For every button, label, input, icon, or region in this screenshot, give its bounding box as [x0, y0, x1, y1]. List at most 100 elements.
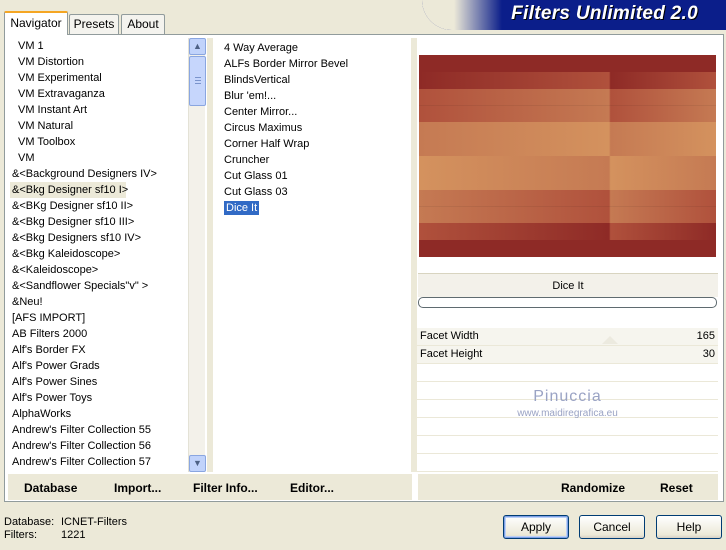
category-item[interactable]: VM Distortion [10, 54, 188, 70]
category-item[interactable]: AlphaWorks [10, 406, 188, 422]
scroll-down-icon[interactable]: ▼ [189, 455, 206, 472]
help-button[interactable]: Help [656, 515, 722, 539]
category-item[interactable]: Alf's Power Grads [10, 358, 188, 374]
preview-filter-name: Dice It [418, 273, 718, 297]
filter-item-label: Cut Glass 03 [224, 186, 288, 198]
preview-band [419, 156, 716, 174]
watermark-name: Pinuccia [533, 388, 602, 405]
preview-band [419, 88, 716, 107]
preview-band [419, 139, 716, 157]
category-item[interactable]: Alf's Power Sines [10, 374, 188, 390]
param-row-empty [417, 418, 718, 436]
tab-presets[interactable]: Presets [69, 14, 119, 34]
category-item[interactable]: VM Instant Art [10, 102, 188, 118]
category-item[interactable]: [AFS IMPORT] [10, 310, 188, 326]
category-item[interactable]: &<Bkg Designer sf10 III> [10, 214, 188, 230]
category-item[interactable]: VM Toolbox [10, 134, 188, 150]
category-item[interactable]: Alf's Border FX [10, 342, 188, 358]
category-item[interactable]: &Neu! [10, 294, 188, 310]
tab-about[interactable]: About [121, 14, 165, 34]
randomize-button[interactable]: Randomize [561, 481, 625, 495]
column-separator [207, 38, 213, 472]
filter-item[interactable]: Center Mirror... [222, 104, 408, 120]
category-item[interactable]: &<Sandflower Specials"v" > [10, 278, 188, 294]
database-button[interactable]: Database [24, 481, 77, 495]
reset-button[interactable]: Reset [660, 481, 693, 495]
category-scrollbar[interactable]: ▲ ▼ [188, 38, 206, 472]
filter-item-label: Corner Half Wrap [224, 138, 310, 150]
category-item[interactable]: &<Bkg Kaleidoscope> [10, 246, 188, 262]
category-item[interactable]: &<Bkg Designers sf10 IV> [10, 230, 188, 246]
category-list[interactable]: VM 1 VM Distortion VM Experimental VM Extra… [10, 38, 188, 472]
param-value: 165 [696, 330, 715, 342]
brand-banner: Filters Unlimited 2.0 [422, 0, 726, 30]
category-item[interactable]: Andrew's Filter Collection 57 [10, 454, 188, 470]
progress-bar [418, 297, 717, 308]
category-item[interactable]: VM Natural [10, 118, 188, 134]
filter-item[interactable]: BlindsVertical [222, 72, 408, 88]
category-item[interactable]: VM Extravaganza [10, 86, 188, 102]
param-label: Facet Height [420, 348, 483, 360]
filter-info-button[interactable]: Filter Info... [193, 481, 258, 495]
filters-count-label: Filters: [4, 529, 37, 541]
preview-band [419, 206, 716, 225]
editor-button[interactable]: Editor... [290, 481, 334, 495]
filter-item[interactable]: Dice It [222, 200, 408, 216]
preview-band [419, 105, 716, 124]
brand-title: Filters Unlimited 2.0 [511, 3, 698, 24]
filter-item-label: Circus Maximus [224, 122, 303, 134]
preview-band [419, 71, 716, 90]
preview-band [419, 122, 716, 141]
filter-item[interactable]: Cruncher [222, 152, 408, 168]
param-row[interactable]: Facet Height 30 [417, 346, 718, 364]
filter-item-label: BlindsVertical [224, 74, 291, 86]
cancel-button[interactable]: Cancel [579, 515, 645, 539]
category-item[interactable]: Alf's Power Toys [10, 390, 188, 406]
preview-band [419, 172, 716, 191]
filter-item-label: ALFs Border Mirror Bevel [224, 58, 349, 70]
preview-band [419, 240, 716, 257]
category-item[interactable]: &<Background Designers IV> [10, 166, 188, 182]
filter-item[interactable]: Cut Glass 03 [222, 184, 408, 200]
database-value: ICNET-Filters [61, 516, 127, 528]
tab-navigator[interactable]: Navigator [4, 11, 68, 35]
filter-item[interactable]: Blur 'em!... [222, 88, 408, 104]
category-item[interactable]: AB Filters 2000 [10, 326, 188, 342]
filter-list[interactable]: 4 Way Average ALFs Border Mirror Bevel Bli… [222, 40, 408, 216]
filter-item-label: Blur 'em!... [224, 90, 277, 102]
filter-item[interactable]: ALFs Border Mirror Bevel [222, 56, 408, 72]
param-row[interactable]: Facet Width 165 [417, 328, 718, 346]
category-item[interactable]: Andrew's Filter Collection 56 [10, 438, 188, 454]
category-item[interactable]: &<BKg Designer sf10 II> [10, 198, 188, 214]
category-item[interactable]: VM 1 [10, 38, 188, 54]
param-label: Facet Width [420, 330, 479, 342]
filters-count-value: 1221 [61, 529, 86, 541]
category-item[interactable]: VM Experimental [10, 70, 188, 86]
filter-item[interactable]: 4 Way Average [222, 40, 408, 56]
scroll-up-icon[interactable]: ▲ [189, 38, 206, 55]
filter-item[interactable]: Corner Half Wrap [222, 136, 408, 152]
database-label: Database: [4, 516, 55, 528]
param-row-empty [417, 364, 718, 382]
filter-item[interactable]: Circus Maximus [222, 120, 408, 136]
slider-marker-icon [602, 336, 618, 344]
param-row-empty [417, 454, 718, 472]
category-item[interactable]: Andrew's Filter Collection 55 [10, 422, 188, 438]
filter-item-label: Dice It [224, 201, 260, 215]
watermark-url: www.maidiregrafica.eu [517, 408, 618, 419]
filter-item-label: 4 Way Average [224, 42, 298, 54]
apply-button[interactable]: Apply [503, 515, 569, 539]
import-button[interactable]: Import... [114, 481, 161, 495]
filter-preview [419, 55, 716, 257]
preview-band [419, 189, 716, 208]
filter-item[interactable]: Cut Glass 01 [222, 168, 408, 184]
category-item[interactable]: &<Bkg Designer sf10 I> [10, 182, 128, 198]
filter-item-label: Cut Glass 01 [224, 170, 288, 182]
preview-band [419, 223, 716, 242]
preview-band [419, 55, 716, 73]
filter-item-label: Cruncher [224, 154, 270, 166]
scroll-thumb[interactable] [189, 56, 206, 106]
param-row-empty [417, 436, 718, 454]
category-item[interactable]: VM [10, 150, 188, 166]
category-item[interactable]: &<Kaleidoscope> [10, 262, 188, 278]
